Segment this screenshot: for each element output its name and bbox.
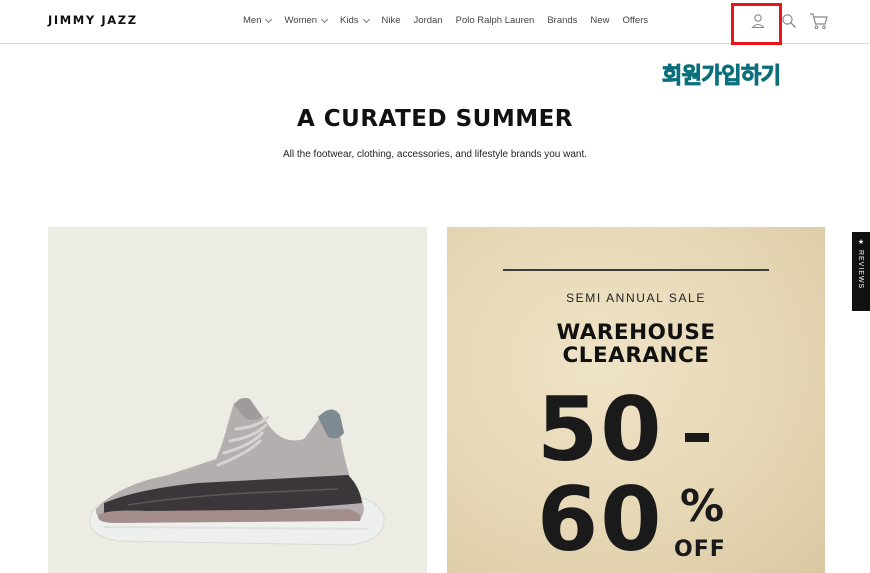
sale-kicker: SEMI ANNUAL SALE [566, 291, 706, 305]
nav-label: Polo Ralph Lauren [455, 15, 535, 26]
nav-label: Men [243, 15, 262, 26]
nav-item-kids[interactable]: Kids [340, 15, 370, 26]
nav-item-men[interactable]: Men [243, 15, 273, 26]
nav-label: Offers [622, 15, 649, 26]
sale-range-end: 60 [537, 468, 664, 571]
sale-promo-card[interactable]: SEMI ANNUAL SALE WAREHOUSE CLEARANCE 50 … [447, 227, 825, 573]
sale-range-start: 50 [537, 378, 664, 481]
nav-label: New [590, 15, 610, 26]
sale-title-line1: WAREHOUSE [556, 320, 716, 345]
nav-item-brands[interactable]: Brands [547, 15, 577, 26]
sale-title-line2: CLEARANCE [562, 343, 710, 368]
sale-percent-sign: % [680, 481, 725, 532]
nav-label: Nike [381, 15, 401, 26]
reviews-tab[interactable]: ★ REVIEWS [852, 232, 870, 311]
chevron-down-icon [362, 15, 370, 23]
main-nav: Men Women Kids Nike Jordan Polo Ralph La… [243, 15, 661, 26]
sale-off-label: OFF [674, 537, 726, 562]
sneaker-image [89, 397, 385, 546]
nav-item-women[interactable]: Women [284, 15, 329, 26]
cart-button[interactable] [808, 10, 830, 32]
site-logo[interactable]: JIMMY JAZZ [48, 13, 138, 27]
page-title: A CURATED SUMMER [296, 106, 574, 132]
sneaker-promo-card[interactable] [48, 227, 427, 573]
nav-label: Kids [340, 15, 359, 26]
chevron-down-icon [321, 15, 329, 23]
nav-label: Women [284, 15, 318, 26]
nav-item-nike[interactable]: Nike [382, 15, 401, 26]
chevron-down-icon [265, 15, 273, 23]
page-subtitle: All the footwear, clothing, accessories,… [282, 149, 588, 160]
nav-item-new[interactable]: New [590, 15, 609, 26]
account-highlight-box [731, 3, 782, 45]
nav-item-jordan[interactable]: Jordan [414, 15, 443, 26]
nav-label: Brands [547, 15, 578, 26]
sale-title: WAREHOUSE CLEARANCE [447, 321, 825, 367]
nav-item-offers[interactable]: Offers [622, 15, 648, 26]
signup-annotation: 회원가입하기 [661, 64, 781, 90]
sale-range-dash [685, 433, 709, 442]
reviews-label: ★ REVIEWS [857, 238, 864, 290]
cart-icon [810, 13, 828, 29]
search-icon [782, 14, 796, 28]
nav-label: Jordan [413, 15, 443, 26]
nav-item-polo-ralph-lauren[interactable]: Polo Ralph Lauren [456, 15, 535, 26]
divider [503, 269, 769, 271]
